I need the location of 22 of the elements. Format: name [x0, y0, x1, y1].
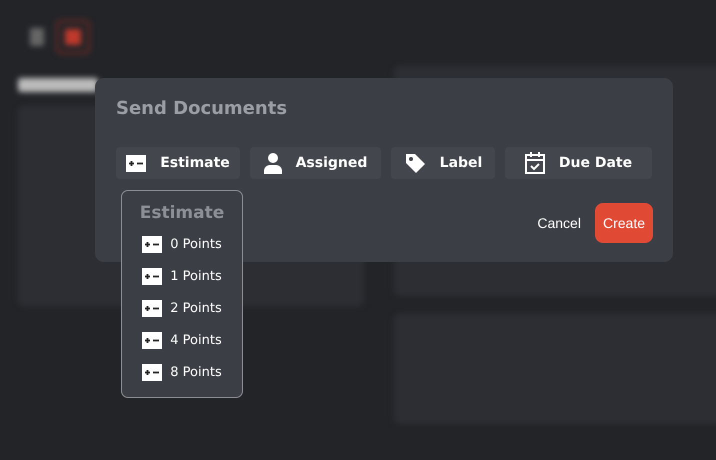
menu-item[interactable]: 8 Points: [142, 356, 222, 388]
create-button[interactable]: Create: [594, 203, 653, 243]
person-icon: [264, 152, 282, 174]
calendar-icon: [524, 152, 545, 174]
estimate-button[interactable]: Estimate: [116, 147, 240, 179]
assigned-button[interactable]: Assigned: [250, 147, 381, 179]
menu-item[interactable]: 2 Points: [142, 292, 222, 324]
menu-item[interactable]: 0 Points: [142, 228, 222, 260]
label-button[interactable]: Label: [391, 147, 495, 179]
plus-minus-icon: [142, 268, 162, 284]
dialog-title: Send Documents: [116, 98, 288, 119]
cancel-button[interactable]: Cancel: [529, 203, 589, 243]
plus-minus-icon: [142, 236, 162, 252]
plus-minus-icon: [142, 332, 162, 348]
menu-item[interactable]: 4 Points: [142, 324, 222, 356]
plus-minus-icon: [142, 300, 162, 316]
plus-minus-icon: [126, 154, 146, 172]
menu-item[interactable]: 1 Points: [142, 260, 222, 292]
dropdown-title: Estimate: [140, 203, 224, 223]
tag-icon: [404, 152, 426, 174]
plus-minus-icon: [142, 364, 162, 380]
due-date-button[interactable]: Due Date: [505, 147, 652, 179]
